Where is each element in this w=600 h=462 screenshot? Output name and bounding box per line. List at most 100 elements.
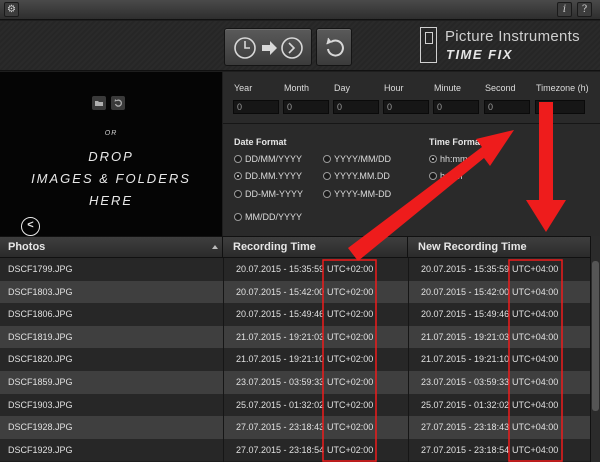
help-button[interactable]: ? (577, 2, 592, 17)
column-header-new-recording-time[interactable]: New Recording Time (408, 237, 588, 259)
recording-timezone: UTC+02:00 (327, 331, 374, 342)
recording-time: 20.07.2015 - 15:42:00 (236, 286, 325, 297)
recording-timezone: UTC+02:00 (327, 264, 374, 274)
new-recording-timezone: UTC+04:00 (512, 264, 559, 274)
field-label: Hour (384, 83, 404, 93)
brand-name: Picture Instruments (445, 28, 580, 45)
table-row[interactable]: DSCF1820.JPG 21.07.2015 - 19:21:10 UTC+02:… (0, 348, 590, 371)
drop-or-label: OR (104, 130, 118, 137)
field-month: Month 0 (283, 83, 329, 114)
new-recording-timezone: UTC+04:00 (512, 422, 559, 433)
field-label: Month (284, 83, 310, 93)
field-day: Day 0 (333, 83, 379, 114)
field-label: Year (234, 83, 253, 93)
time-format-option[interactable]: hh:mm (429, 154, 468, 164)
date-format-title: Date Format (234, 137, 287, 147)
date-format-option[interactable]: DD-MM-YYYY (234, 189, 303, 199)
convert-time-button[interactable] (224, 28, 312, 66)
table-row[interactable]: DSCF1819.JPG 21.07.2015 - 19:21:03 UTC+02:… (0, 325, 590, 349)
date-format-option[interactable]: DD.MM.YYYY (234, 171, 302, 181)
arrow-right-icon (262, 41, 277, 55)
recording-timezone: UTC+02:00 (327, 377, 374, 387)
recording-timezone: UTC+02:00 (327, 286, 374, 297)
photo-table: DSCF1799.JPG 20.07.2015 - 15:35:59 UTC+02:… (0, 258, 590, 462)
photo-filename: DSCF1820.JPG (8, 354, 73, 365)
column-divider (408, 258, 409, 462)
table-row[interactable]: DSCF1903.JPG 25.07.2015 - 01:32:02 UTC+02:… (0, 393, 590, 417)
new-recording-timezone: UTC+04:00 (512, 331, 559, 342)
day-input[interactable]: 0 (333, 100, 379, 114)
photo-filename: DSCF1819.JPG (8, 331, 73, 342)
new-recording-timezone: UTC+04:00 (512, 309, 559, 320)
recording-timezone: UTC+02:00 (327, 354, 374, 365)
minute-input[interactable]: 0 (433, 100, 479, 114)
field-label: Minute (434, 83, 462, 93)
date-format-option[interactable]: MM/DD/YYYY (234, 212, 302, 222)
table-row[interactable]: DSCF1928.JPG 27.07.2015 - 23:18:43 UTC+02:… (0, 416, 590, 439)
table-row[interactable]: DSCF1859.JPG 23.07.2015 - 03:59:33 UTC+02:… (0, 371, 590, 394)
new-recording-timezone: UTC+04:00 (512, 377, 559, 387)
photo-filename: DSCF1859.JPG (8, 377, 73, 387)
gear-icon[interactable]: ⚙ (4, 2, 19, 17)
new-recording-time: 21.07.2015 - 19:21:03 (421, 331, 510, 342)
drop-instructions: DROP IMAGES & FOLDERS HERE (31, 149, 191, 208)
drop-zone[interactable]: OR DROP IMAGES & FOLDERS HERE < (0, 72, 222, 236)
recording-time: 27.07.2015 - 23:18:43 (236, 422, 325, 433)
new-recording-time: 25.07.2015 - 01:32:02 (421, 399, 510, 410)
new-recording-timezone: UTC+04:00 (512, 399, 559, 410)
field-label: Day (334, 83, 351, 93)
recording-time: 25.07.2015 - 01:32:02 (236, 399, 325, 410)
offset-fields: Year 0 Month 0 Day 0 Hour 0 Minute 0 Sec… (223, 72, 600, 124)
recording-time: 21.07.2015 - 19:21:10 (236, 354, 325, 365)
date-format-option[interactable]: DD/MM/YYYY (234, 154, 302, 164)
field-hour: Hour 0 (383, 83, 429, 114)
table-row[interactable]: DSCF1929.JPG 27.07.2015 - 23:18:54 UTC+02:… (0, 438, 590, 462)
date-format-option[interactable]: YYYY.MM.DD (323, 171, 390, 181)
date-format-option[interactable]: YYYY-MM-DD (323, 189, 391, 199)
photo-filename: DSCF1803.JPG (8, 286, 73, 297)
refresh-icon[interactable] (111, 96, 125, 110)
scrollbar-thumb[interactable] (592, 261, 599, 411)
table-scrollbar[interactable] (590, 236, 600, 462)
time-format-option[interactable]: h:mm (429, 171, 463, 181)
chevron-left-icon[interactable]: < (21, 217, 40, 236)
hour-input[interactable]: 0 (383, 100, 429, 114)
photo-filename: DSCF1806.JPG (8, 309, 73, 320)
recording-time: 20.07.2015 - 15:49:46 (236, 309, 325, 320)
month-input[interactable]: 0 (283, 100, 329, 114)
app-header: Picture Instruments TIME FIX (0, 21, 600, 71)
new-recording-time: 20.07.2015 - 15:42:00 (421, 286, 510, 297)
new-recording-time: 23.07.2015 - 03:59:33 (421, 377, 510, 387)
new-recording-time: 20.07.2015 - 15:49:46 (421, 309, 510, 320)
folder-icon[interactable] (92, 96, 106, 110)
table-row[interactable]: DSCF1806.JPG 20.07.2015 - 15:49:46 UTC+02:… (0, 303, 590, 326)
recording-time: 21.07.2015 - 19:21:03 (236, 331, 325, 342)
new-recording-time: 27.07.2015 - 23:18:54 (421, 444, 510, 455)
timezone-input[interactable]: 2 (535, 100, 585, 114)
new-recording-time: 20.07.2015 - 15:35:59 (421, 264, 510, 274)
reset-icon (326, 37, 344, 57)
date-format-option[interactable]: YYYY/MM/DD (323, 154, 391, 164)
column-header-photos[interactable]: Photos (2, 237, 223, 259)
clock-forward-icon (281, 37, 303, 59)
year-input[interactable]: 0 (233, 100, 279, 114)
column-header-recording-time[interactable]: Recording Time (223, 237, 408, 259)
recording-timezone: UTC+02:00 (327, 399, 374, 410)
product-name: TIME FIX (446, 47, 513, 62)
time-format-title: Time Format (429, 137, 483, 147)
reset-button[interactable] (316, 28, 352, 66)
recording-timezone: UTC+02:00 (327, 309, 374, 320)
recording-timezone: UTC+02:00 (327, 422, 374, 433)
new-recording-time: 27.07.2015 - 23:18:43 (421, 422, 510, 433)
new-recording-timezone: UTC+04:00 (512, 444, 559, 455)
info-button[interactable]: i (557, 2, 572, 17)
photo-filename: DSCF1903.JPG (8, 399, 73, 410)
table-row[interactable]: DSCF1799.JPG 20.07.2015 - 15:35:59 UTC+02:… (0, 258, 590, 281)
second-input[interactable]: 0 (484, 100, 530, 114)
new-recording-time: 21.07.2015 - 19:21:10 (421, 354, 510, 365)
logo-mark-icon (420, 27, 437, 63)
photo-filename: DSCF1928.JPG (8, 422, 73, 433)
settings-panel: Year 0 Month 0 Day 0 Hour 0 Minute 0 Sec… (223, 72, 600, 236)
table-row[interactable]: DSCF1803.JPG 20.07.2015 - 15:42:00 UTC+02:… (0, 280, 590, 304)
recording-time: 20.07.2015 - 15:35:59 (236, 264, 325, 274)
